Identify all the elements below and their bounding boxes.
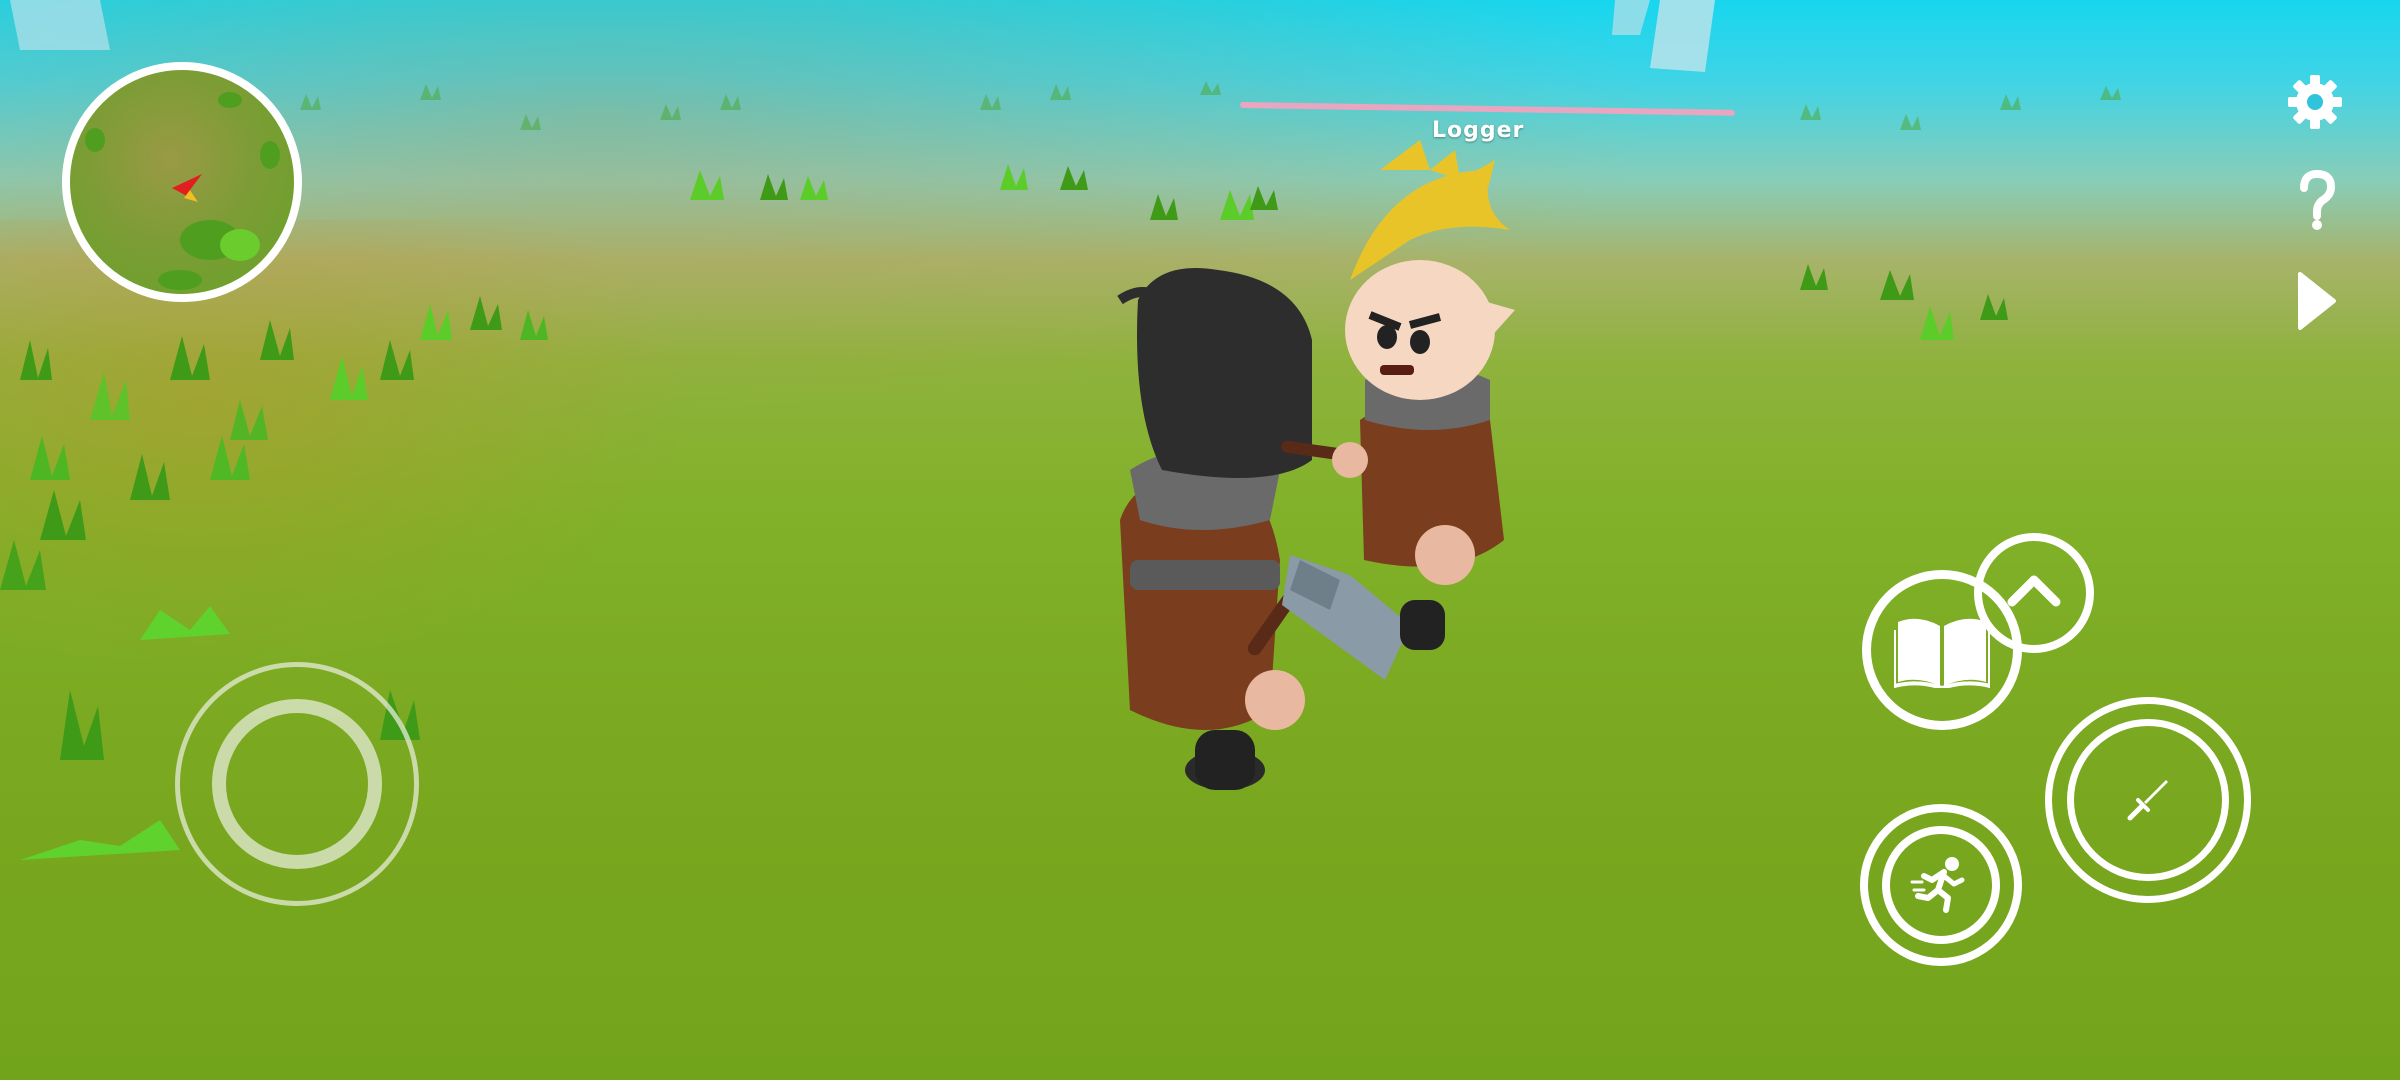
minimap[interactable]	[62, 62, 302, 302]
distant-rock	[1612, 0, 1650, 35]
sword-icon	[2127, 780, 2168, 821]
question-mark-icon	[2300, 169, 2336, 230]
open-book-icon	[1894, 618, 1990, 688]
enemy-character	[1332, 140, 1515, 650]
grass-patch-distant	[300, 81, 2121, 130]
game-viewport[interactable]: Logger	[0, 0, 2400, 1080]
distant-rock	[1650, 0, 1715, 72]
joystick-thumb[interactable]	[212, 699, 382, 869]
chevron-up-icon	[2007, 575, 2061, 607]
distant-rock	[10, 0, 110, 50]
gear-icon	[2288, 75, 2342, 129]
help-button[interactable]	[2296, 169, 2336, 232]
red-arrow-icon	[172, 174, 202, 202]
play-icon	[2298, 272, 2336, 330]
settings-button[interactable]	[2285, 72, 2345, 132]
running-person-icon	[1910, 857, 1965, 913]
enemy-name-label: Logger	[1432, 118, 1525, 143]
play-button[interactable]	[2296, 270, 2338, 332]
